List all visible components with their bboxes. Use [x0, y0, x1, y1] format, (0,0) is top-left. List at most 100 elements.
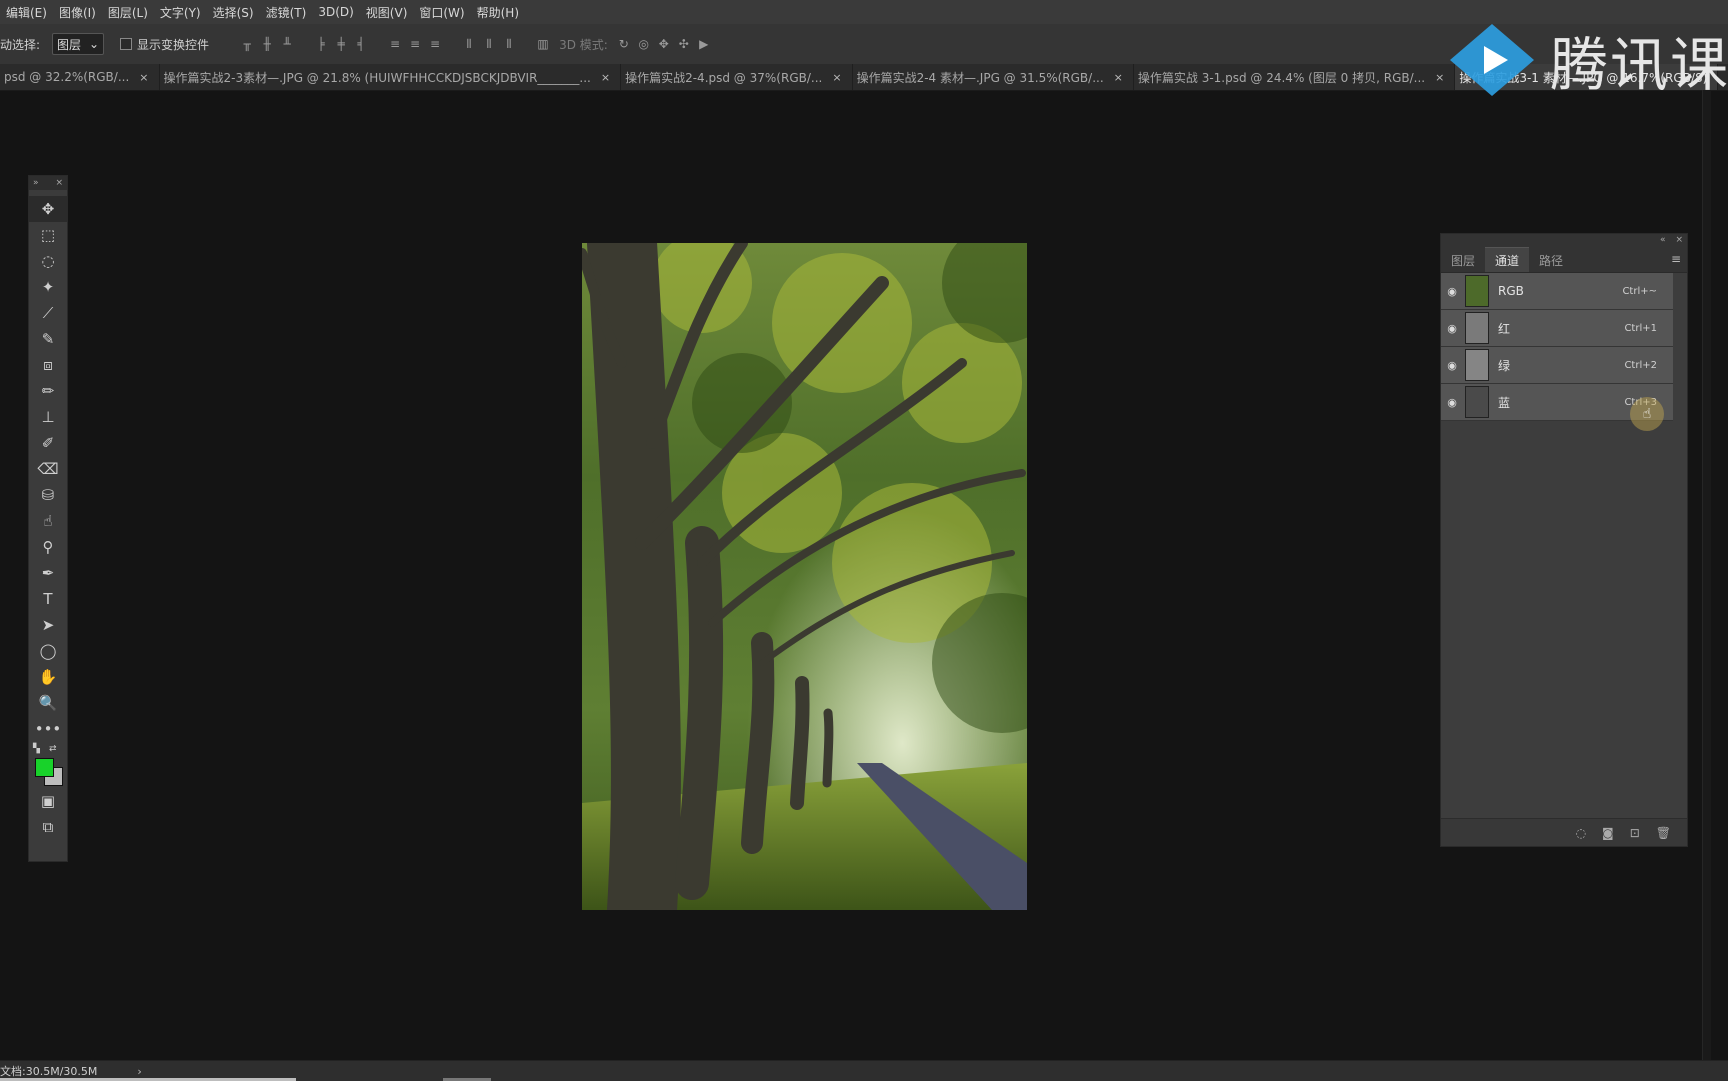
doc-tab[interactable]: 操作篇实战2-4.psd @ 37%(RGB/... ×	[621, 64, 853, 90]
new-channel-icon[interactable]: ⊡	[1630, 826, 1640, 840]
distribute-bottom-icon[interactable]: ≡	[425, 34, 445, 54]
doc-tab[interactable]: 操作篇实战 3-1.psd @ 24.4% (图层 0 拷贝, RGB/... ×	[1134, 64, 1456, 90]
distribute-vcenter-icon[interactable]: ≡	[405, 34, 425, 54]
screen-mode-icon[interactable]: ⧉	[29, 814, 67, 840]
type-icon[interactable]: T	[29, 586, 67, 612]
auto-select-label: 动选择:	[0, 37, 41, 52]
dodge-icon[interactable]: ⚲	[29, 534, 67, 560]
auto-select-value: 图层	[57, 37, 82, 52]
channel-row-rgb[interactable]: ◉ RGB Ctrl+~	[1441, 273, 1673, 310]
crop-icon[interactable]: ⟋	[29, 300, 67, 326]
toolbox-header[interactable]: » ×	[29, 176, 67, 190]
close-icon[interactable]: ×	[1435, 71, 1444, 84]
close-icon[interactable]: ×	[1114, 71, 1123, 84]
doc-tab[interactable]: psd @ 32.2%(RGB/... ×	[0, 64, 160, 90]
eye-icon[interactable]: ◉	[1441, 322, 1463, 335]
tab-channels[interactable]: 通道	[1485, 247, 1530, 272]
eye-icon[interactable]: ◉	[1441, 285, 1463, 298]
paint-bucket-icon[interactable]: ⛁	[29, 482, 67, 508]
eye-icon[interactable]: ◉	[1441, 396, 1463, 409]
auto-align-icon[interactable]: ▥	[533, 34, 553, 54]
path-select-icon[interactable]: ➤	[29, 612, 67, 638]
play-logo-icon	[1450, 24, 1534, 96]
close-icon[interactable]: ×	[55, 178, 63, 188]
save-selection-icon[interactable]: ◙	[1602, 826, 1614, 840]
collapse-icon[interactable]: «	[1660, 235, 1666, 245]
ellipse-icon[interactable]: ◯	[29, 638, 67, 664]
frame-icon[interactable]: ⧈	[29, 352, 67, 378]
menu-view[interactable]: 视图(V)	[360, 4, 414, 21]
menu-help[interactable]: 帮助(H)	[471, 4, 525, 21]
camera-3d-icon[interactable]: ▶	[694, 34, 714, 54]
show-transform-label: 显示变换控件	[137, 37, 210, 52]
menu-3d[interactable]: 3D(D)	[312, 5, 359, 19]
channel-row-green[interactable]: ◉ 绿 Ctrl+2	[1441, 347, 1673, 384]
trash-icon[interactable]: 🗑	[1656, 826, 1671, 840]
channel-shortcut: Ctrl+2	[1624, 359, 1657, 371]
eyedropper-icon[interactable]: ✎	[29, 326, 67, 352]
zoom-icon[interactable]: 🔍	[29, 690, 67, 716]
swap-colors-icon[interactable]: ⇄	[49, 744, 57, 754]
align-hcenter-icon[interactable]: ╪	[331, 34, 351, 54]
pen-icon[interactable]: ✒	[29, 560, 67, 586]
align-top-icon[interactable]: ╥	[237, 34, 257, 54]
foreground-color-swatch[interactable]	[35, 758, 54, 777]
tab-layers[interactable]: 图层	[1441, 248, 1485, 272]
menu-image[interactable]: 图像(I)	[53, 4, 102, 21]
eraser-icon[interactable]: ⌫	[29, 456, 67, 482]
eye-icon[interactable]: ◉	[1441, 359, 1463, 372]
close-icon[interactable]: ×	[601, 71, 610, 84]
roll-3d-icon[interactable]: ◎	[634, 34, 654, 54]
menu-select[interactable]: 选择(S)	[207, 4, 260, 21]
collapse-icon[interactable]: »	[33, 178, 39, 188]
default-colors-icon[interactable]: ▚	[33, 744, 40, 754]
menu-window[interactable]: 窗口(W)	[413, 4, 470, 21]
channel-row-red[interactable]: ◉ 红 Ctrl+1	[1441, 310, 1673, 347]
canvas-image[interactable]	[582, 243, 1027, 910]
align-vcenter-icon[interactable]: ╫	[257, 34, 277, 54]
brush-icon[interactable]: ✏	[29, 378, 67, 404]
smudge-icon[interactable]: ☝	[29, 508, 67, 534]
panel-tabs: 图层 通道 路径 ≡	[1441, 246, 1687, 273]
orbit-3d-icon[interactable]: ↻	[614, 34, 634, 54]
close-icon[interactable]: ×	[139, 71, 148, 84]
quick-mask-icon[interactable]: ▣	[29, 788, 67, 814]
auto-select-dropdown[interactable]: 图层 ⌄	[52, 33, 105, 55]
menu-edit[interactable]: 编辑(E)	[0, 4, 53, 21]
checkbox-box[interactable]	[120, 38, 133, 50]
stamp-icon[interactable]: ⊥	[29, 404, 67, 430]
align-bottom-icon[interactable]: ╨	[277, 34, 297, 54]
distribute-hcenter-icon[interactable]: ⦀	[479, 34, 499, 54]
distribute-left-icon[interactable]: ⦀	[459, 34, 479, 54]
lasso-icon[interactable]: ◌	[29, 248, 67, 274]
align-left-icon[interactable]: ╞	[311, 34, 331, 54]
close-icon[interactable]: ×	[832, 71, 841, 84]
tab-paths[interactable]: 路径	[1529, 248, 1573, 272]
panel-footer: ◌ ◙ ⊡ 🗑	[1441, 818, 1687, 846]
close-icon[interactable]: ×	[1675, 235, 1683, 245]
align-right-icon[interactable]: ╡	[351, 34, 371, 54]
magic-wand-icon[interactable]: ✦	[29, 274, 67, 300]
panel-menu-icon[interactable]: ≡	[1671, 252, 1681, 266]
distribute-right-icon[interactable]: ⦀	[499, 34, 519, 54]
status-arrow-icon[interactable]: ›	[137, 1065, 141, 1078]
menu-type[interactable]: 文字(Y)	[154, 4, 207, 21]
chevron-down-icon: ⌄	[88, 37, 100, 51]
vertical-scrollbar[interactable]	[1702, 90, 1711, 1060]
menu-layer[interactable]: 图层(L)	[102, 4, 154, 21]
menu-filter[interactable]: 滤镜(T)	[260, 4, 313, 21]
hand-icon[interactable]: ✋	[29, 664, 67, 690]
doc-tab-label: 操作篇实战 3-1.psd @ 24.4% (图层 0 拷贝, RGB/...	[1137, 70, 1426, 85]
load-selection-icon[interactable]: ◌	[1576, 826, 1586, 840]
more-icon[interactable]: •••	[29, 716, 67, 742]
marquee-icon[interactable]: ⬚	[29, 222, 67, 248]
panel-header[interactable]: «×	[1441, 234, 1687, 246]
slide-3d-icon[interactable]: ✣	[674, 34, 694, 54]
show-transform-checkbox[interactable]: 显示变换控件	[120, 36, 209, 53]
drag-3d-icon[interactable]: ✥	[654, 34, 674, 54]
doc-tab[interactable]: 操作篇实战2-4 素材—.JPG @ 31.5%(RGB/... ×	[853, 64, 1134, 90]
distribute-top-icon[interactable]: ≡	[385, 34, 405, 54]
doc-tab[interactable]: 操作篇实战2-3素材—.JPG @ 21.8% (HUIWFHHCCKDJSBC…	[160, 64, 622, 90]
move-icon[interactable]: ✥	[29, 196, 67, 222]
history-brush-icon[interactable]: ✐	[29, 430, 67, 456]
